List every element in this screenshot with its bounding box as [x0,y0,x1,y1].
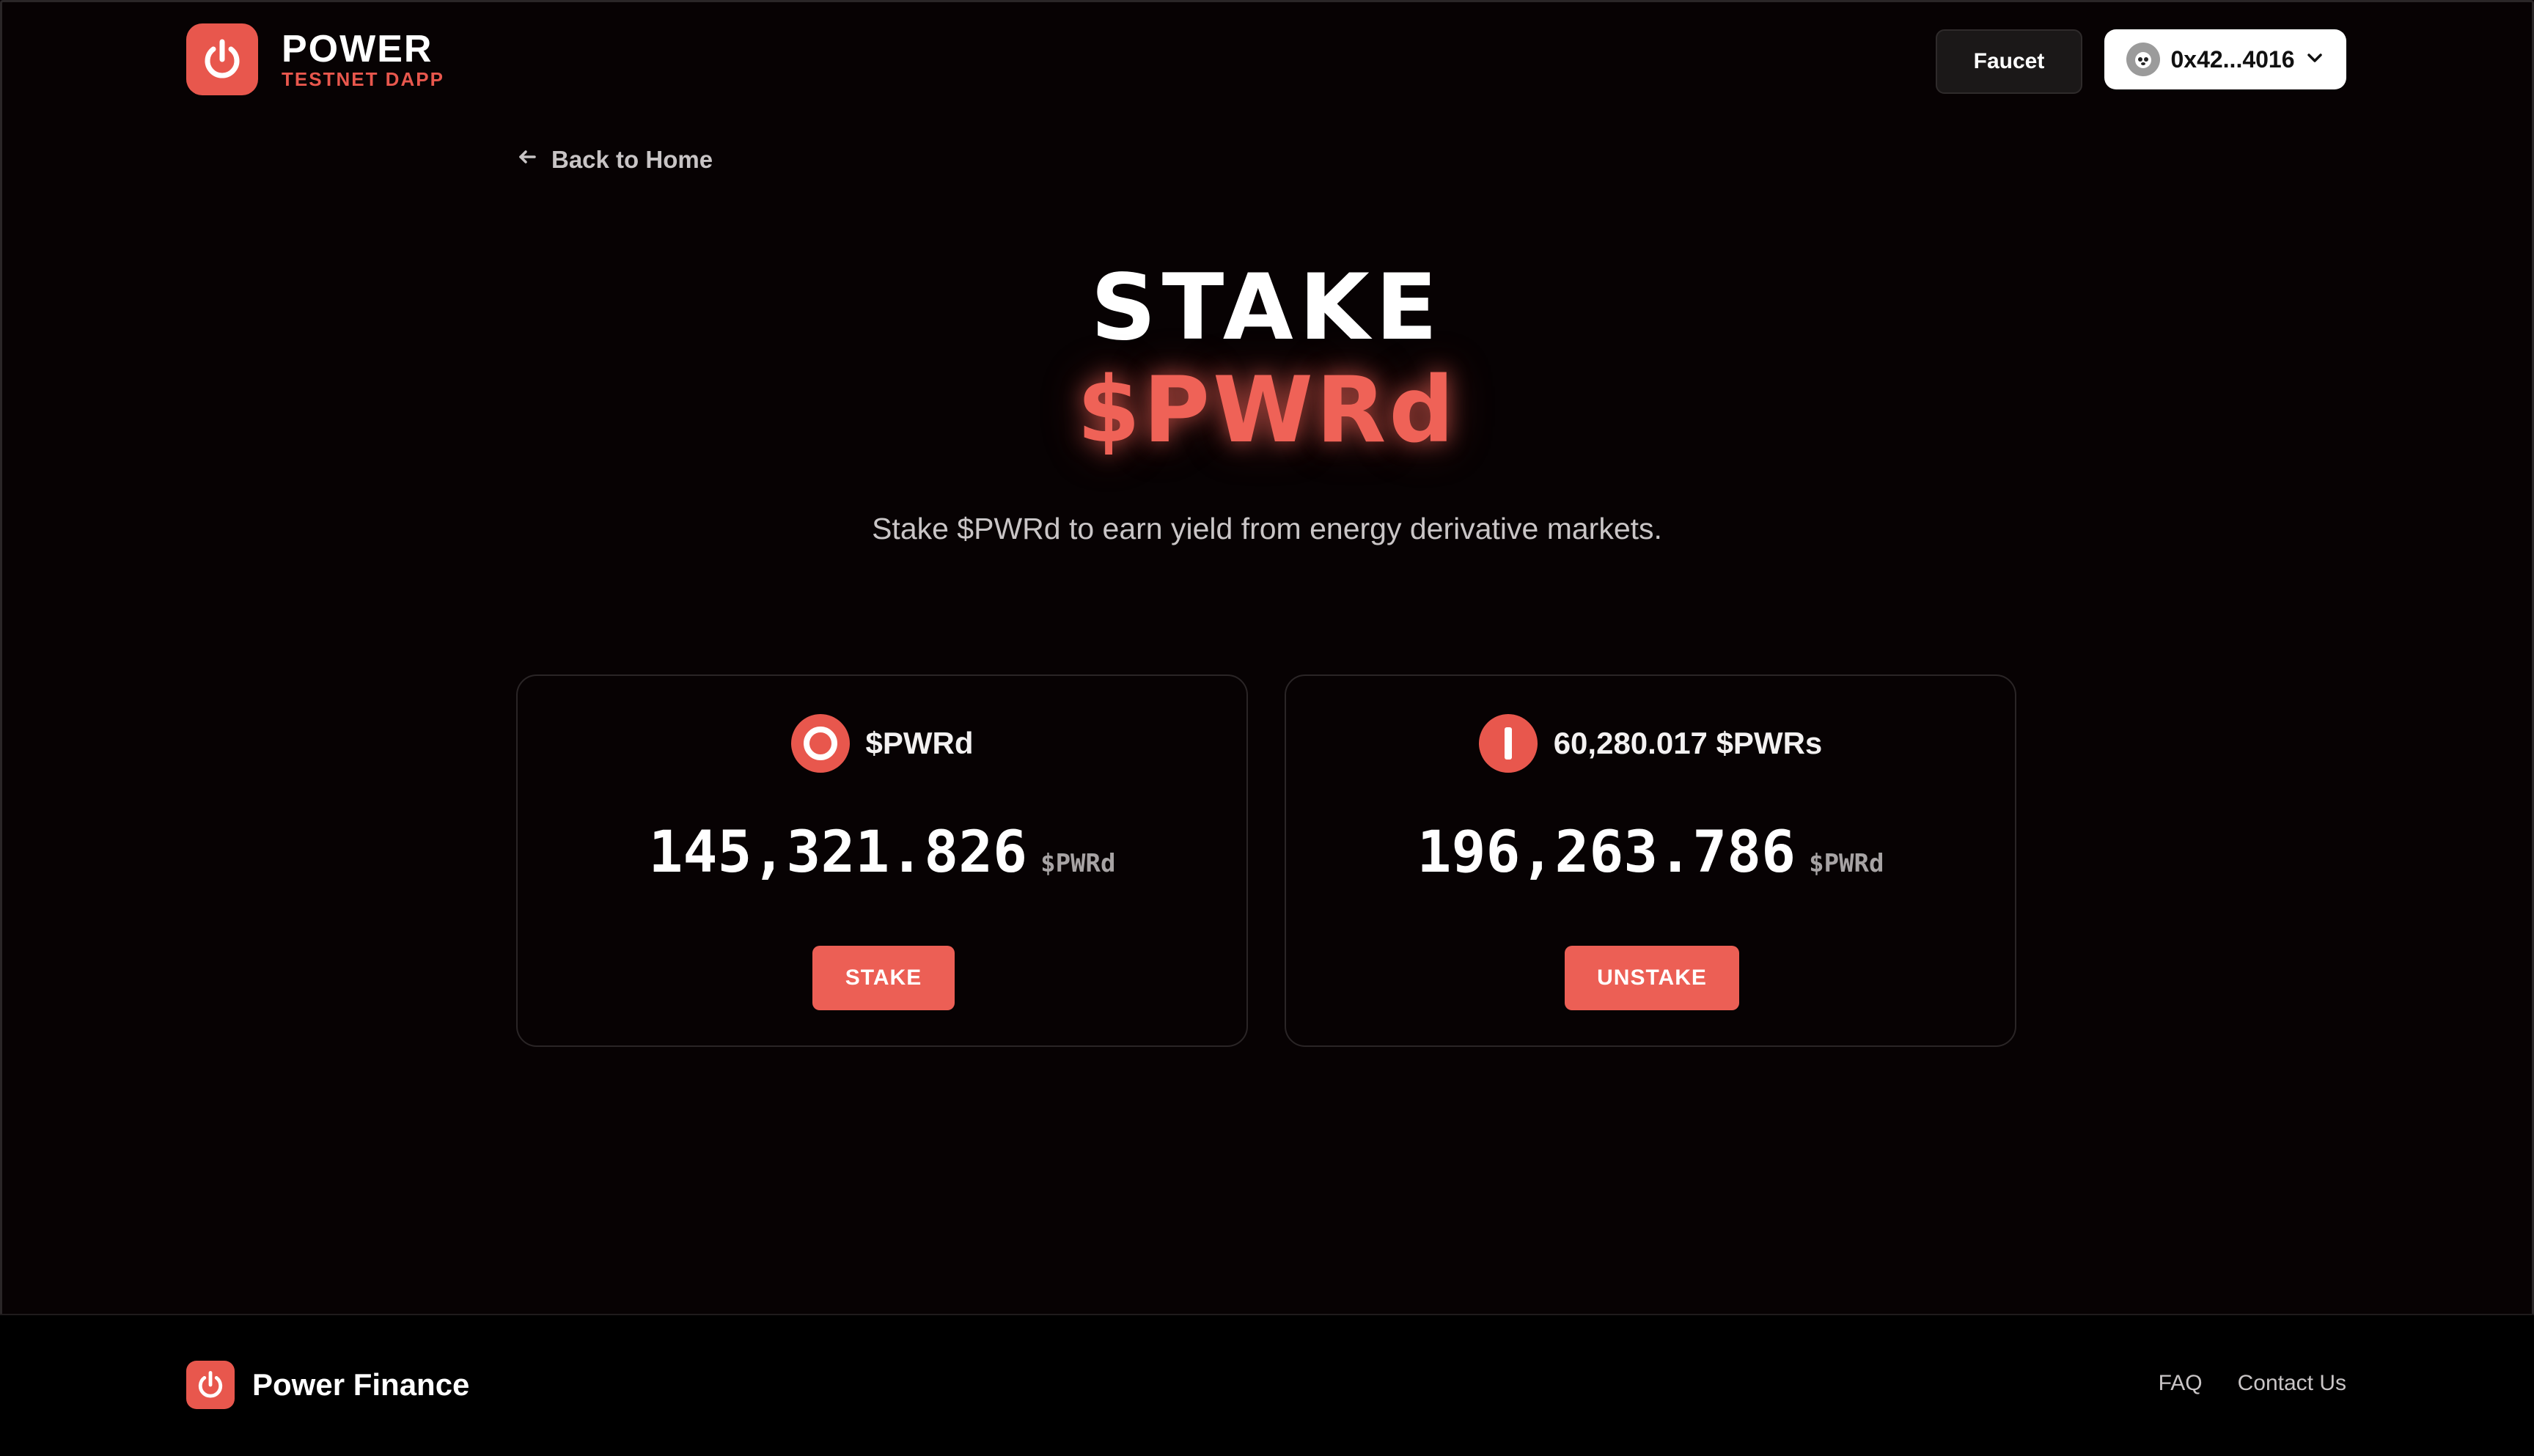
stake-amount-unit: $PWRd [1040,849,1116,878]
ring-icon [790,714,850,773]
stake-card: $PWRd 145,321.826 $PWRd STAKE [516,674,1248,1047]
brand-title: POWER [282,28,433,70]
wallet-button[interactable]: 0x42...4016 [2104,29,2346,89]
window-frame [0,0,2534,1456]
footer: Power Finance FAQ Contact Us [0,1314,2534,1456]
power-icon [186,23,258,95]
stake-button[interactable]: STAKE [812,946,955,1010]
chevron-down-icon [2305,46,2324,73]
brand-subtitle: TESTNET DAPP [282,68,444,90]
brand-logo[interactable]: POWER TESTNET DAPP [186,23,444,95]
back-to-home-label: Back to Home [551,146,713,173]
unstake-button[interactable]: UNSTAKE [1565,946,1739,1010]
wallet-address: 0x42...4016 [2170,45,2295,73]
bar-icon [1478,714,1538,773]
arrow-left-icon [516,146,538,174]
header: POWER TESTNET DAPP Faucet 0x42...4016 [0,0,2534,125]
page-title: STAKE [1090,255,1444,361]
footer-brand: Power Finance [252,1367,470,1402]
contact-us-link[interactable]: Contact Us [2238,1371,2346,1396]
unstake-token-label: 60,280.017 $PWRs [1553,726,1823,760]
footer-links: FAQ Contact Us [2159,1371,2346,1396]
faucet-button[interactable]: Faucet [1936,29,2082,94]
unstake-amount: 196,263.786 [1417,820,1796,886]
unstake-amount-unit: $PWRd [1809,849,1884,878]
hero: STAKE $PWRd [0,257,2534,462]
footer-logo[interactable]: Power Finance [186,1361,469,1409]
page-description: Stake $PWRd to earn yield from energy de… [872,512,1662,545]
unstake-card: 60,280.017 $PWRs 196,263.786 $PWRd UNSTA… [1285,674,2016,1047]
page-title-token: $PWRd [1076,358,1458,463]
stake-token-label: $PWRd [865,726,974,760]
faq-link[interactable]: FAQ [2159,1371,2203,1396]
back-to-home-link[interactable]: Back to Home [516,142,713,177]
power-icon [186,1361,235,1409]
avatar-icon [2126,43,2161,76]
stake-amount: 145,321.826 [648,820,1028,886]
